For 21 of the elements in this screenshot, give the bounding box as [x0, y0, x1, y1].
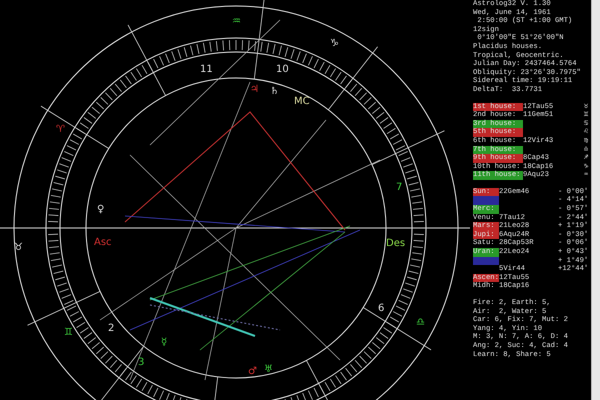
chart-label: 2 — [108, 323, 114, 334]
chart-label: Asc — [94, 237, 112, 248]
chart-label: ♃ — [250, 84, 259, 95]
chart-label: MC — [294, 96, 310, 107]
chart-label: ♎ — [416, 317, 425, 328]
chart-label: ♈ — [56, 124, 65, 135]
chart-label: ♅ — [264, 364, 273, 375]
chart-label: ♂ — [248, 366, 257, 377]
chart-label: ♊ — [64, 327, 73, 338]
chart-label: ♄ — [270, 86, 279, 97]
chart-label: 6 — [378, 303, 384, 314]
chart-label: Des — [386, 238, 406, 249]
scrollbar[interactable] — [591, 0, 600, 400]
chart-label: ♀ — [97, 204, 104, 215]
chart-label: ♒ — [232, 16, 241, 27]
chart-label: ☿ — [161, 337, 168, 348]
chart-label: ♑ — [330, 38, 339, 49]
chart-label: 3 — [138, 357, 144, 368]
chart-label: 11 — [200, 64, 213, 75]
chart-label: 7 — [396, 182, 402, 193]
chart-label: 10 — [276, 64, 289, 75]
